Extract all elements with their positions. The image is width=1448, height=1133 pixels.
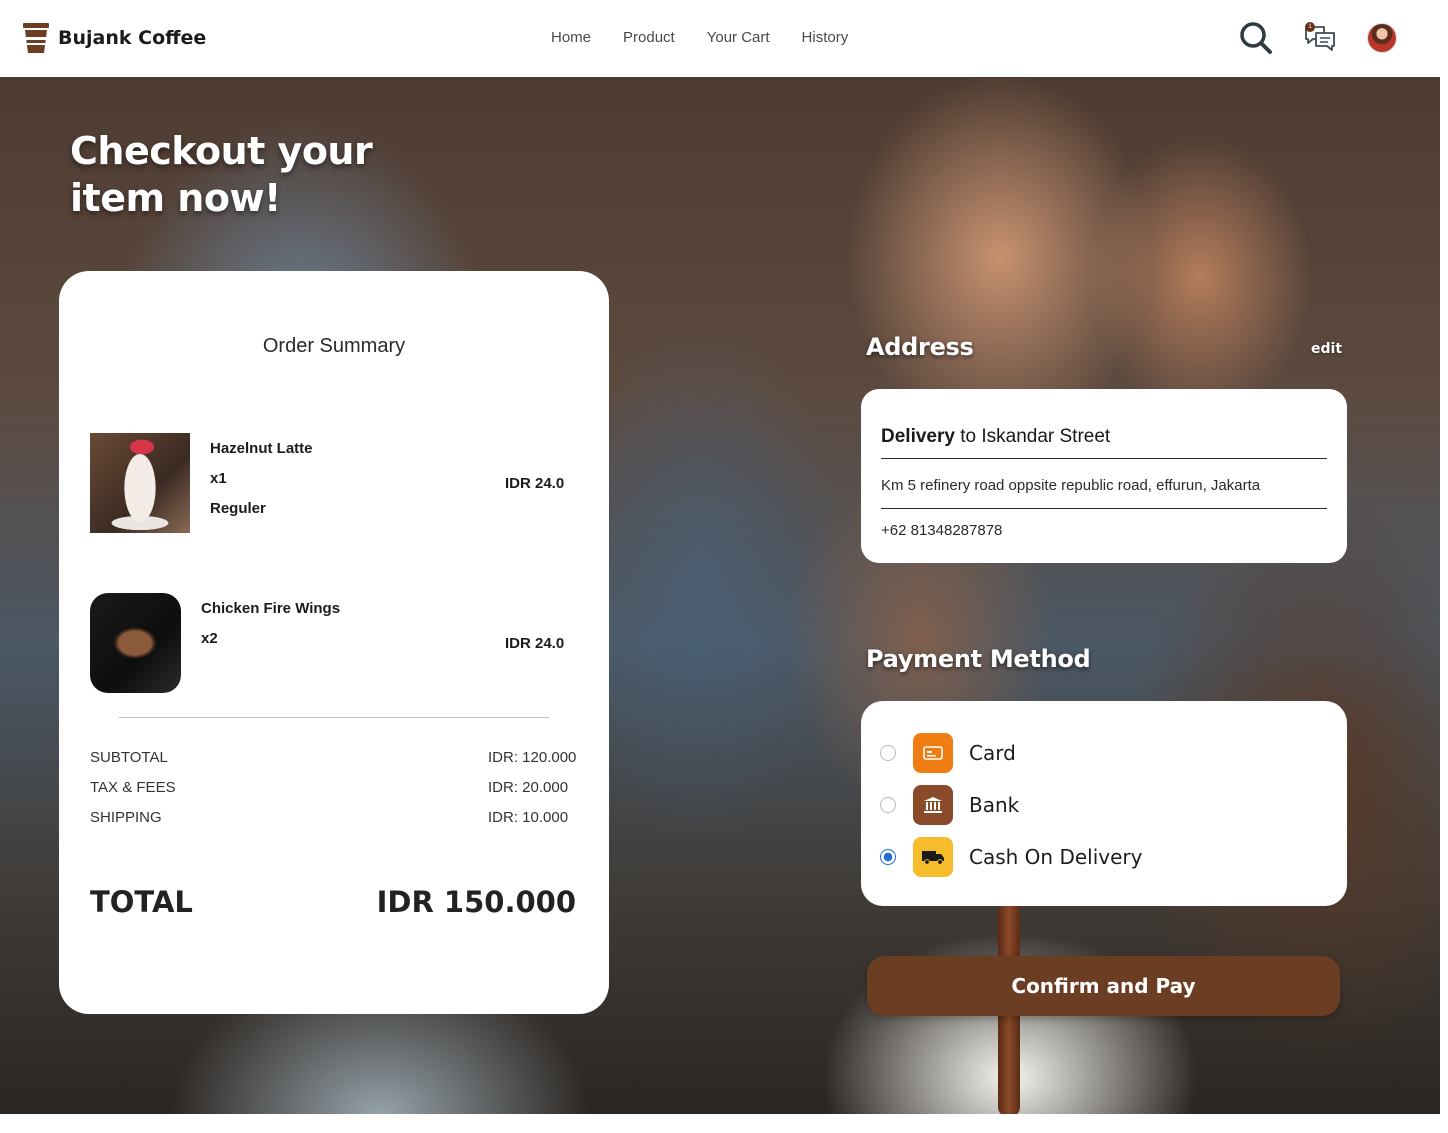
address-phone: +62 81348287878 [881,522,1003,539]
nav-actions: 1 [1238,20,1400,56]
navbar: Bujank Coffee Home Product Your Cart His… [0,0,1448,77]
address-heading: Address [866,333,974,361]
address-divider [881,508,1327,509]
order-item: Chicken Fire Wings x2 IDR 24.0 [90,593,580,693]
main-nav: Home Product Your Cart History [551,29,848,46]
card-label: Card [969,741,1016,765]
tax-fees-label: TAX & FEES [90,779,176,796]
cod-radio[interactable] [880,849,896,865]
total-label: TOTAL [90,885,193,919]
nav-your-cart[interactable]: Your Cart [707,29,770,46]
avatar [1367,23,1397,53]
card-radio[interactable] [880,745,896,761]
payment-option-cod[interactable]: Cash On Delivery [880,837,1320,877]
payment-method-card: Card Bank Cash On Delivery [861,701,1347,906]
brand-logo[interactable]: Bujank Coffee [22,22,206,54]
search-button[interactable] [1238,20,1274,56]
delivery-title-bold: Delivery [881,426,955,447]
subtotal-value: IDR: 120.000 [488,749,577,766]
bank-label: Bank [969,793,1020,817]
truck-icon [913,837,953,877]
item-name: Hazelnut Latte [210,440,313,457]
confirm-and-pay-button[interactable]: Confirm and Pay [867,956,1340,1016]
profile-button[interactable] [1364,20,1400,56]
edit-address-link[interactable]: edit [1311,341,1342,357]
tax-fees-value: IDR: 20.000 [488,779,569,796]
order-summary-card: Order Summary Hazelnut Latte x1 Reguler … [59,271,609,1014]
bank-icon [913,785,953,825]
payment-method-heading: Payment Method [866,645,1091,673]
brand-name: Bujank Coffee [58,27,207,49]
order-item: Hazelnut Latte x1 Reguler IDR 24.0 [90,433,580,533]
coffee-cup-icon [22,22,50,54]
bank-radio[interactable] [880,797,896,813]
page-title-line-2: item now! [70,176,281,220]
nav-history[interactable]: History [802,29,849,46]
cod-label: Cash On Delivery [969,845,1143,869]
card-icon [913,733,953,773]
nav-home[interactable]: Home [551,29,591,46]
hazelnut-latte-image [90,433,190,533]
page-title: Checkout your item now! [70,128,373,222]
address-card: Delivery to Iskandar Street Km 5 refiner… [861,389,1347,563]
payment-option-card[interactable]: Card [880,733,1320,773]
search-icon [1240,22,1272,54]
address-street: Km 5 refinery road oppsite republic road… [881,477,1261,494]
item-name: Chicken Fire Wings [201,600,341,617]
item-quantity: x2 [201,630,218,647]
nav-product[interactable]: Product [623,29,675,46]
order-summary-heading: Order Summary [262,335,406,357]
summary-divider [119,717,549,718]
subtotal-label: SUBTOTAL [90,749,168,766]
item-variant: Reguler [210,500,266,517]
delivery-title: Delivery to Iskandar Street [881,426,1110,448]
chat-badge: 1 [1305,22,1315,32]
delivery-title-rest: to Iskandar Street [954,426,1111,447]
item-price: IDR 24.0 [505,475,565,492]
messages-button[interactable]: 1 [1302,20,1338,56]
page-title-line-1: Checkout your [70,129,373,173]
shipping-value: IDR: 10.000 [488,809,569,826]
chicken-wings-image [90,593,181,693]
shipping-label: SHIPPING [90,809,162,826]
payment-option-bank[interactable]: Bank [880,785,1320,825]
address-divider [881,458,1327,459]
item-price: IDR 24.0 [505,635,565,652]
item-quantity: x1 [210,470,227,487]
total-value: IDR 150.000 [376,885,576,919]
